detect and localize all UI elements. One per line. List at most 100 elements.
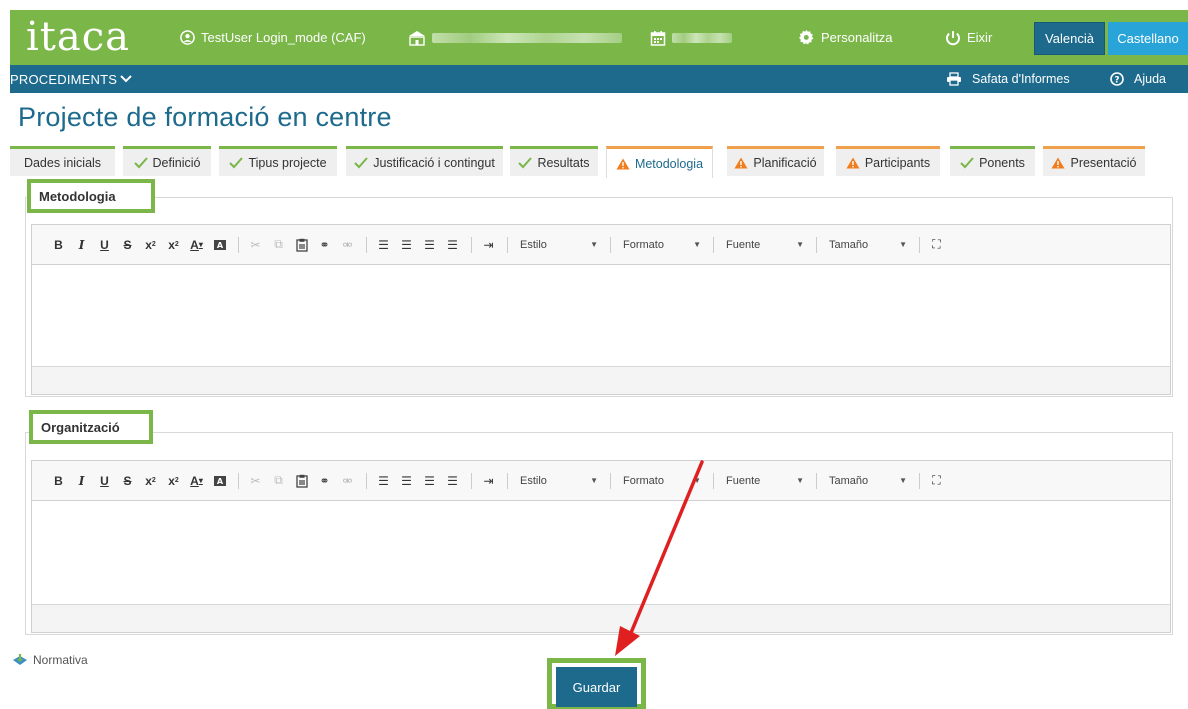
- paste-icon[interactable]: [291, 235, 312, 255]
- check-icon: [133, 156, 148, 169]
- bold-icon[interactable]: B: [48, 235, 69, 255]
- tab-presentacio[interactable]: Presentació: [1043, 146, 1145, 176]
- toolbar-separator: [238, 472, 239, 489]
- normativa-link[interactable]: Normativa: [12, 653, 88, 667]
- fuente-dropdown[interactable]: Fuente ▼: [720, 471, 810, 491]
- superscript-icon[interactable]: x2: [163, 235, 184, 255]
- strikethrough-icon[interactable]: S: [117, 471, 138, 491]
- exit-link[interactable]: Eixir: [945, 10, 992, 65]
- align-center-icon[interactable]: ☰: [396, 235, 417, 255]
- indent-icon[interactable]: ⇥: [478, 235, 499, 255]
- formato-dropdown[interactable]: Formato ▼: [617, 235, 707, 255]
- maximize-icon[interactable]: ⛶: [926, 471, 947, 491]
- dropdown-arrow-icon: ▼: [796, 240, 804, 249]
- toolbar-separator: [919, 472, 920, 489]
- bg-color-icon[interactable]: A: [209, 471, 230, 491]
- tab-definicio[interactable]: Definició: [123, 146, 211, 176]
- editor-toolbar: B I U S x2 x2 A ▾ A ✂ ⧉ ⚭ ⚮ ☰ ☰ ☰ ☰ ⇥ Est…: [32, 461, 1170, 501]
- cut-icon[interactable]: ✂: [245, 471, 266, 491]
- organitzacio-legend: Organització: [29, 410, 153, 444]
- toolbar-separator: [919, 236, 920, 253]
- unlink-icon[interactable]: ⚮: [337, 471, 358, 491]
- save-highlight: Guardar: [547, 658, 646, 709]
- procediments-menu[interactable]: PROCEDIMENTS: [10, 72, 133, 87]
- svg-text:A: A: [216, 241, 223, 250]
- copy-icon[interactable]: ⧉: [268, 235, 289, 255]
- superscript-icon[interactable]: x2: [163, 471, 184, 491]
- cut-icon[interactable]: ✂: [245, 235, 266, 255]
- align-center-icon[interactable]: ☰: [396, 471, 417, 491]
- svg-text:A: A: [216, 477, 223, 486]
- subscript-icon[interactable]: x2: [140, 235, 161, 255]
- metodologia-text-area[interactable]: [32, 265, 1170, 366]
- formato-label: Formato: [623, 474, 664, 487]
- lang-valencia-button[interactable]: Valencià: [1034, 22, 1105, 55]
- italic-icon[interactable]: I: [71, 471, 92, 491]
- align-justify-icon[interactable]: ☰: [442, 471, 463, 491]
- formato-dropdown[interactable]: Formato ▼: [617, 471, 707, 491]
- save-button[interactable]: Guardar: [556, 667, 637, 707]
- toolbar-separator: [610, 472, 611, 489]
- center-info: [408, 10, 622, 65]
- italic-icon[interactable]: I: [71, 235, 92, 255]
- tamano-label: Tamaño: [829, 238, 869, 251]
- bold-icon[interactable]: B: [48, 471, 69, 491]
- organitzacio-text-area[interactable]: [32, 501, 1170, 604]
- align-right-icon[interactable]: ☰: [419, 235, 440, 255]
- maximize-icon[interactable]: ⛶: [926, 235, 947, 255]
- estilo-dropdown[interactable]: Estilo ▼: [514, 235, 604, 255]
- text-color-icon[interactable]: A ▾: [186, 471, 207, 491]
- tab-dades-inicials[interactable]: Dades inicials: [10, 146, 115, 176]
- align-justify-icon[interactable]: ☰: [442, 235, 463, 255]
- calendar-icon: [650, 30, 666, 46]
- tab-metodologia[interactable]: Metodologia: [606, 146, 713, 178]
- tab-bar: Dades inicials Definició Tipus projecte …: [10, 146, 1188, 178]
- dropdown-arrow-icon: ▼: [590, 240, 598, 249]
- tab-label: Participants: [864, 155, 931, 170]
- editor-toolbar: B I U S x2 x2 A ▾ A ✂ ⧉ ⚭ ⚮ ☰ ☰ ☰ ☰ ⇥ Est…: [32, 225, 1170, 265]
- align-left-icon[interactable]: ☰: [373, 471, 394, 491]
- align-right-icon[interactable]: ☰: [419, 471, 440, 491]
- estilo-label: Estilo: [520, 238, 547, 251]
- reports-link[interactable]: Safata d'Informes: [946, 65, 1070, 93]
- subscript-icon[interactable]: x2: [140, 471, 161, 491]
- fuente-dropdown[interactable]: Fuente ▼: [720, 235, 810, 255]
- strikethrough-icon[interactable]: S: [117, 235, 138, 255]
- toolbar-separator: [238, 236, 239, 253]
- help-link[interactable]: ? Ajuda: [1110, 65, 1166, 93]
- tamano-dropdown[interactable]: Tamaño ▼: [823, 235, 913, 255]
- toolbar-separator: [610, 236, 611, 253]
- link-icon[interactable]: ⚭: [314, 235, 335, 255]
- tab-justificacio-contingut[interactable]: Justificació i contingut: [346, 146, 503, 176]
- tab-participants[interactable]: Participants: [836, 146, 940, 176]
- lang-castellano-button[interactable]: Castellano: [1108, 22, 1188, 55]
- unlink-icon[interactable]: ⚮: [337, 235, 358, 255]
- toolbar-separator: [366, 472, 367, 489]
- tab-label: Metodologia: [634, 156, 704, 171]
- warning-icon: [616, 158, 630, 170]
- estilo-dropdown[interactable]: Estilo ▼: [514, 471, 604, 491]
- user-icon: [180, 30, 195, 45]
- personalize-link[interactable]: Personalitza: [798, 10, 893, 65]
- copy-icon[interactable]: ⧉: [268, 471, 289, 491]
- paste-icon[interactable]: [291, 471, 312, 491]
- tab-planificacio[interactable]: Planificació: [727, 146, 824, 176]
- tab-ponents[interactable]: Ponents: [950, 146, 1035, 176]
- nav-bar: PROCEDIMENTS Safata d'Informes ? Ajuda: [10, 65, 1188, 93]
- text-color-icon[interactable]: A ▾: [186, 235, 207, 255]
- tamano-dropdown[interactable]: Tamaño ▼: [823, 471, 913, 491]
- link-icon[interactable]: ⚭: [314, 471, 335, 491]
- underline-icon[interactable]: U: [94, 471, 115, 491]
- indent-icon[interactable]: ⇥: [478, 471, 499, 491]
- tab-tipus-projecte[interactable]: Tipus projecte: [219, 146, 337, 176]
- underline-icon[interactable]: U: [94, 235, 115, 255]
- tab-resultats[interactable]: Resultats: [510, 146, 598, 176]
- align-left-icon[interactable]: ☰: [373, 235, 394, 255]
- bg-color-icon[interactable]: A: [209, 235, 230, 255]
- user-info[interactable]: TestUser Login_mode (CAF): [180, 10, 366, 65]
- logo[interactable]: itaca: [26, 10, 176, 65]
- dropdown-arrow-icon: ▼: [590, 476, 598, 485]
- toolbar-separator: [816, 472, 817, 489]
- toolbar-separator: [507, 236, 508, 253]
- exit-label: Eixir: [967, 30, 993, 45]
